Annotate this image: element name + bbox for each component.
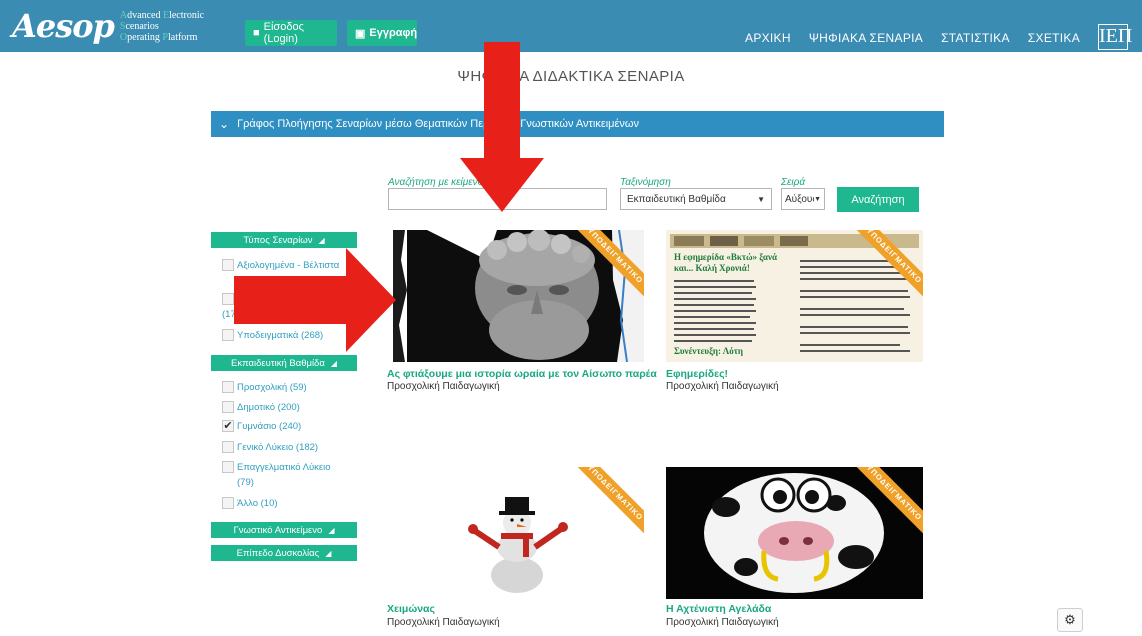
user-icon: ■ xyxy=(253,27,260,39)
scenario-card-image-newspapers[interactable]: Συνέντευξη: Λότη Η εφημερίδα «Βκτώ» ξανά… xyxy=(666,230,923,362)
login-button[interactable]: ■ Είσοδος (Login) xyxy=(245,20,337,46)
checkbox[interactable] xyxy=(222,381,234,393)
order-value: Αύξουσα xyxy=(785,193,814,205)
select-caret-icon: ▼ xyxy=(757,194,765,204)
svg-text:Συνέντευξη: Λότη: Συνέντευξη: Λότη xyxy=(674,346,743,356)
filter-item-vocational-lyceum[interactable]: Επαγγελματικό Λύκειο (79) xyxy=(222,460,342,490)
checkbox[interactable] xyxy=(222,329,234,341)
scenario-card-image-aesop[interactable]: ΥΠΟΔΕΙΓΜΑΤΙΚΟ xyxy=(387,230,644,362)
login-label: Είσοδος (Login) xyxy=(263,21,304,45)
filter-heading-subject[interactable]: Γνωστικό Αντικείμενο ◢ xyxy=(211,522,357,538)
checkbox[interactable] xyxy=(222,401,234,413)
checkbox[interactable] xyxy=(222,293,234,305)
scenario-card-level: Προσχολική Παιδαγωγική xyxy=(387,381,500,392)
caret-icon: ◢ xyxy=(318,235,325,245)
chevron-down-icon: ⌄ xyxy=(219,117,230,131)
checkbox[interactable] xyxy=(222,441,234,453)
lock-icon: ▣ xyxy=(355,27,366,40)
filter-item-type-2-count: (172) xyxy=(222,309,245,320)
scenario-card-title[interactable]: Χειμώνας xyxy=(387,603,435,615)
top-navbar: Aesop Advanced Electronic Scenarios Oper… xyxy=(0,0,1142,52)
newspaper-headline: Η εφημερίδα «Βκτώ» ξανά και... Καλή Χρον… xyxy=(674,252,777,273)
graph-bar-label: Γράφος Πλοήγησης Σεναρίων μέσω Θεματικών… xyxy=(237,118,640,130)
filter-heading-difficulty[interactable]: Επίπεδο Δυσκολίας ◢ xyxy=(211,545,357,561)
filter-item-preschool[interactable]: Προσχολική (59) xyxy=(222,380,354,395)
order-label: Σειρά xyxy=(781,177,806,188)
graph-navigation-bar[interactable]: ⌄ Γράφος Πλοήγησης Σεναρίων μέσω Θεματικ… xyxy=(211,111,944,137)
scenario-card-level: Προσχολική Παιδαγωγική xyxy=(666,381,779,392)
order-select[interactable]: Αύξουσα ▼ xyxy=(781,188,825,210)
search-button[interactable]: Αναζήτηση xyxy=(837,187,919,212)
checkbox[interactable] xyxy=(222,497,234,509)
filter-heading-scenario-type[interactable]: Τύπος Σεναρίων ◢ xyxy=(211,232,357,248)
filter-item-type-2[interactable] xyxy=(222,292,354,305)
scenario-card-title[interactable]: Εφημερίδες! xyxy=(666,368,728,380)
filter-item-primary[interactable]: Δημοτικό (200) xyxy=(222,400,354,415)
sort-value: Εκπαιδευτική Βαθμίδα xyxy=(627,193,726,205)
checkbox-checked[interactable]: ✔ xyxy=(222,420,234,432)
nav-about[interactable]: ΣΧΕΤΙΚΑ xyxy=(1028,31,1080,45)
scenario-card-title[interactable]: Η Αχτένιστη Αγελάδα xyxy=(666,603,771,615)
filter-item-other[interactable]: Άλλο (10) xyxy=(222,496,354,511)
scenario-card-level: Προσχολική Παιδαγωγική xyxy=(387,617,500,628)
filter-item-gymnasium[interactable]: ✔ Γυμνάσιο (240) xyxy=(222,419,354,434)
caret-icon: ◢ xyxy=(325,548,332,558)
nav-statistics[interactable]: ΣΤΑΤΙΣΤΙΚΑ xyxy=(941,31,1010,45)
aesop-logo[interactable]: Aesop Advanced Electronic Scenarios Oper… xyxy=(12,7,240,45)
scenario-card-image-winter[interactable]: ΥΠΟΔΕΙΓΜΑΤΙΚΟ xyxy=(387,467,644,599)
filter-item-evaluated[interactable]: Αξιολογημένα - Βέλτιστα (33) xyxy=(222,258,354,288)
logo-word: Aesop xyxy=(12,7,115,45)
page-title: ΨΗΦΙΑΚΑ ΔΙΔΑΚΤΙΚΑ ΣΕΝΑΡΙΑ xyxy=(457,68,685,85)
iep-logo[interactable]: ΙΕΠ xyxy=(1098,24,1132,50)
main-nav: ΑΡΧΙΚΗ ΨΗΦΙΑΚΑ ΣΕΝΑΡΙΑ ΣΤΑΤΙΣΤΙΚΑ ΣΧΕΤΙΚ… xyxy=(727,31,1080,45)
select-caret-icon: ▼ xyxy=(814,195,821,203)
register-button[interactable]: ▣ Εγγραφή xyxy=(347,20,417,46)
checkbox[interactable] xyxy=(222,259,234,271)
caret-icon: ◢ xyxy=(328,525,335,535)
logo-tagline: Advanced Electronic Scenarios Operating … xyxy=(119,9,205,43)
scenario-card-image-cow[interactable]: ΥΠΟΔΕΙΓΜΑΤΙΚΟ xyxy=(666,467,923,599)
gears-icon[interactable]: ⚙ xyxy=(1057,608,1083,632)
caret-icon: ◢ xyxy=(330,358,337,368)
scenario-card-title[interactable]: Ας φτιάξουμε μια ιστορία ωραία με τον Αί… xyxy=(387,368,657,380)
sort-label: Ταξινόμηση xyxy=(620,177,671,188)
search-text-label: Αναζήτηση με κείμενο xyxy=(388,177,484,188)
scenario-card-level: Προσχολική Παιδαγωγική xyxy=(666,617,779,628)
filter-item-exemplary[interactable]: Υποδειγματικά (268) xyxy=(222,328,354,343)
nav-home[interactable]: ΑΡΧΙΚΗ xyxy=(745,31,791,45)
sort-select[interactable]: Εκπαιδευτική Βαθμίδα ▼ xyxy=(620,188,772,210)
filter-heading-education-level[interactable]: Εκπαιδευτική Βαθμίδα ◢ xyxy=(211,355,357,371)
checkbox[interactable] xyxy=(222,461,234,473)
search-input[interactable] xyxy=(388,188,607,210)
filter-item-general-lyceum[interactable]: Γενικό Λύκειο (182) xyxy=(222,440,354,455)
register-label: Εγγραφή xyxy=(369,27,418,39)
nav-digital-scenarios[interactable]: ΨΗΦΙΑΚΑ ΣΕΝΑΡΙΑ xyxy=(809,31,923,45)
